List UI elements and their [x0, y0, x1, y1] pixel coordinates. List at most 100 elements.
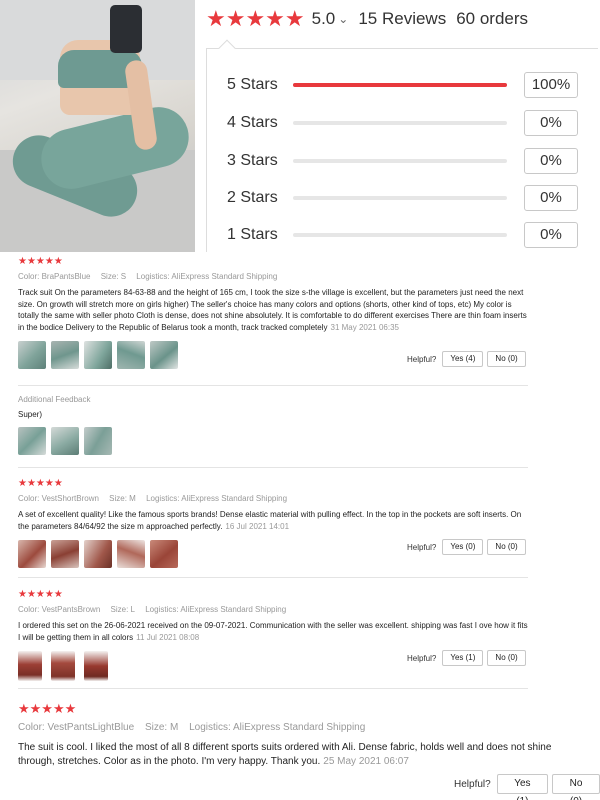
- helpful-yes-button[interactable]: Yes (4): [442, 351, 484, 367]
- helpful-no-button[interactable]: No (0): [487, 351, 526, 367]
- review-photo-thumbnail[interactable]: [18, 427, 46, 455]
- divider: [18, 385, 528, 386]
- breakdown-bar: [293, 159, 507, 163]
- breakdown-row-4[interactable]: 4 Stars 0%: [227, 110, 587, 136]
- review-photo-thumbnail[interactable]: [117, 540, 145, 568]
- review-size: Size: M: [144, 722, 179, 733]
- additional-feedback-label: Additional Feedback: [18, 395, 91, 404]
- review-date: 16 Jul 2021 14:01: [225, 521, 290, 531]
- breakdown-row-2[interactable]: 2 Stars 0%: [227, 185, 587, 211]
- review-photo-thumbnail[interactable]: [84, 341, 112, 369]
- helpful-group: Helpful? Yes (0) No (0): [407, 539, 526, 555]
- review-color: Color: VestPantsBrown: [18, 605, 101, 614]
- popover-notch: [218, 39, 236, 57]
- breakdown-percent: 0%: [524, 148, 578, 174]
- review-photo-thumbnail[interactable]: [51, 427, 79, 455]
- helpful-yes-button[interactable]: Yes (1): [496, 774, 548, 800]
- review-text: A set of excellent quality! Like the fam…: [18, 509, 528, 532]
- review-meta: Color: VestPantsLightBlue Size: M Logist…: [18, 722, 578, 733]
- rating-summary: ★★★★★ 5.0 ⌄ 15 Reviews 60 orders: [206, 6, 528, 32]
- helpful-no-button[interactable]: No (0): [552, 774, 600, 800]
- breakdown-bar: [293, 121, 507, 125]
- breakdown-row-5[interactable]: 5 Stars 100%: [227, 72, 587, 98]
- review-photo-thumbnail[interactable]: [51, 341, 79, 369]
- rating-score[interactable]: 5.0: [312, 9, 336, 29]
- helpful-label: Helpful?: [407, 354, 437, 364]
- review-body: I ordered this set on the 26-06-2021 rec…: [18, 621, 528, 642]
- review-stars: ★★★★★: [18, 478, 63, 489]
- rating-breakdown: 5 Stars 100% 4 Stars 0% 3 Stars 0% 2 Sta…: [206, 39, 598, 252]
- breakdown-percent: 0%: [524, 185, 578, 211]
- review-size: Size: L: [110, 605, 135, 614]
- breakdown-percent: 100%: [524, 72, 578, 98]
- review-color: Color: VestShortBrown: [18, 494, 99, 503]
- helpful-no-button[interactable]: No (0): [487, 650, 526, 666]
- review-text: Track suit On the parameters 84-63-88 an…: [18, 287, 528, 333]
- breakdown-bar: [293, 233, 507, 237]
- review-logistics: Logistics: AliExpress Standard Shipping: [189, 722, 366, 733]
- review-photo-thumbnail[interactable]: [18, 651, 42, 681]
- review-photo-thumbnail[interactable]: [18, 540, 46, 568]
- helpful-group: Helpful? Yes (1) No (0): [454, 774, 600, 800]
- breakdown-label: 3 Stars: [227, 152, 278, 169]
- review-photo-thumbnail[interactable]: [117, 341, 145, 369]
- review-stars: ★★★★★: [18, 589, 63, 600]
- review-stars: ★★★★★: [18, 256, 63, 267]
- breakdown-bar-fill: [293, 83, 507, 87]
- review-meta: Color: BraPantsBlue Size: S Logistics: A…: [18, 272, 528, 281]
- product-photo[interactable]: [0, 0, 195, 252]
- review-photo-thumbnail[interactable]: [84, 427, 112, 455]
- divider: [18, 577, 528, 578]
- review-photo-thumbnail[interactable]: [18, 341, 46, 369]
- chevron-down-icon[interactable]: ⌄: [338, 12, 348, 26]
- review-photo-thumbnail[interactable]: [150, 540, 178, 568]
- review-size: Size: M: [109, 494, 136, 503]
- helpful-label: Helpful?: [407, 542, 437, 552]
- review-stars: ★★★★★: [18, 702, 77, 717]
- review-item: ★★★★★ Color: VestPantsBrown Size: L Logi…: [18, 589, 528, 681]
- review-photo-thumbnail[interactable]: [84, 651, 108, 681]
- helpful-group: Helpful? Yes (4) No (0): [407, 351, 526, 367]
- review-photo-thumbnail[interactable]: [51, 540, 79, 568]
- review-photo-thumbnail[interactable]: [51, 651, 75, 681]
- breakdown-label: 4 Stars: [227, 114, 278, 131]
- review-item: ★★★★★ Color: VestPantsLightBlue Size: M …: [18, 703, 578, 769]
- review-date: 31 May 2021 06:35: [330, 322, 400, 332]
- additional-feedback: Additional Feedback Super): [18, 395, 528, 455]
- review-meta: Color: VestShortBrown Size: M Logistics:…: [18, 494, 528, 503]
- breakdown-row-3[interactable]: 3 Stars 0%: [227, 148, 587, 174]
- orders-count: 60 orders: [456, 9, 529, 28]
- review-logistics: Logistics: AliExpress Standard Shipping: [146, 494, 288, 503]
- helpful-label: Helpful?: [454, 778, 491, 790]
- helpful-no-button[interactable]: No (0): [487, 539, 526, 555]
- helpful-label: Helpful?: [407, 653, 437, 663]
- breakdown-bar: [293, 196, 507, 200]
- divider: [18, 688, 528, 689]
- helpful-group: Helpful? Yes (1) No (0): [407, 650, 526, 666]
- breakdown-label: 2 Stars: [227, 189, 278, 206]
- divider: [18, 467, 528, 468]
- review-photo-thumbnail[interactable]: [150, 341, 178, 369]
- review-photos: [18, 427, 528, 455]
- review-logistics: Logistics: AliExpress Standard Shipping: [145, 605, 287, 614]
- review-date: 11 Jul 2021 08:08: [136, 632, 200, 642]
- review-text: I ordered this set on the 26-06-2021 rec…: [18, 620, 528, 643]
- breakdown-bar: [293, 83, 507, 87]
- review-meta: Color: VestPantsBrown Size: L Logistics:…: [18, 605, 528, 614]
- review-body: Track suit On the parameters 84-63-88 an…: [18, 288, 527, 332]
- review-size: Size: S: [100, 272, 127, 281]
- review-date: 25 May 2021 06:07: [323, 756, 409, 767]
- helpful-yes-button[interactable]: Yes (0): [442, 539, 484, 555]
- breakdown-label: 5 Stars: [227, 76, 278, 93]
- breakdown-row-1[interactable]: 1 Stars 0%: [227, 222, 587, 248]
- photo-phone: [110, 5, 142, 53]
- review-color: Color: VestPantsLightBlue: [18, 722, 135, 733]
- rating-stars: ★★★★★: [206, 6, 305, 32]
- helpful-yes-button[interactable]: Yes (1): [442, 650, 484, 666]
- reviews-count[interactable]: 15 Reviews: [358, 9, 446, 29]
- breakdown-label: 1 Stars: [227, 226, 278, 243]
- review-body: The suit is cool. I liked the most of al…: [18, 742, 552, 767]
- review-color: Color: BraPantsBlue: [18, 272, 91, 281]
- review-photo-thumbnail[interactable]: [84, 540, 112, 568]
- additional-feedback-text: Super): [18, 410, 43, 419]
